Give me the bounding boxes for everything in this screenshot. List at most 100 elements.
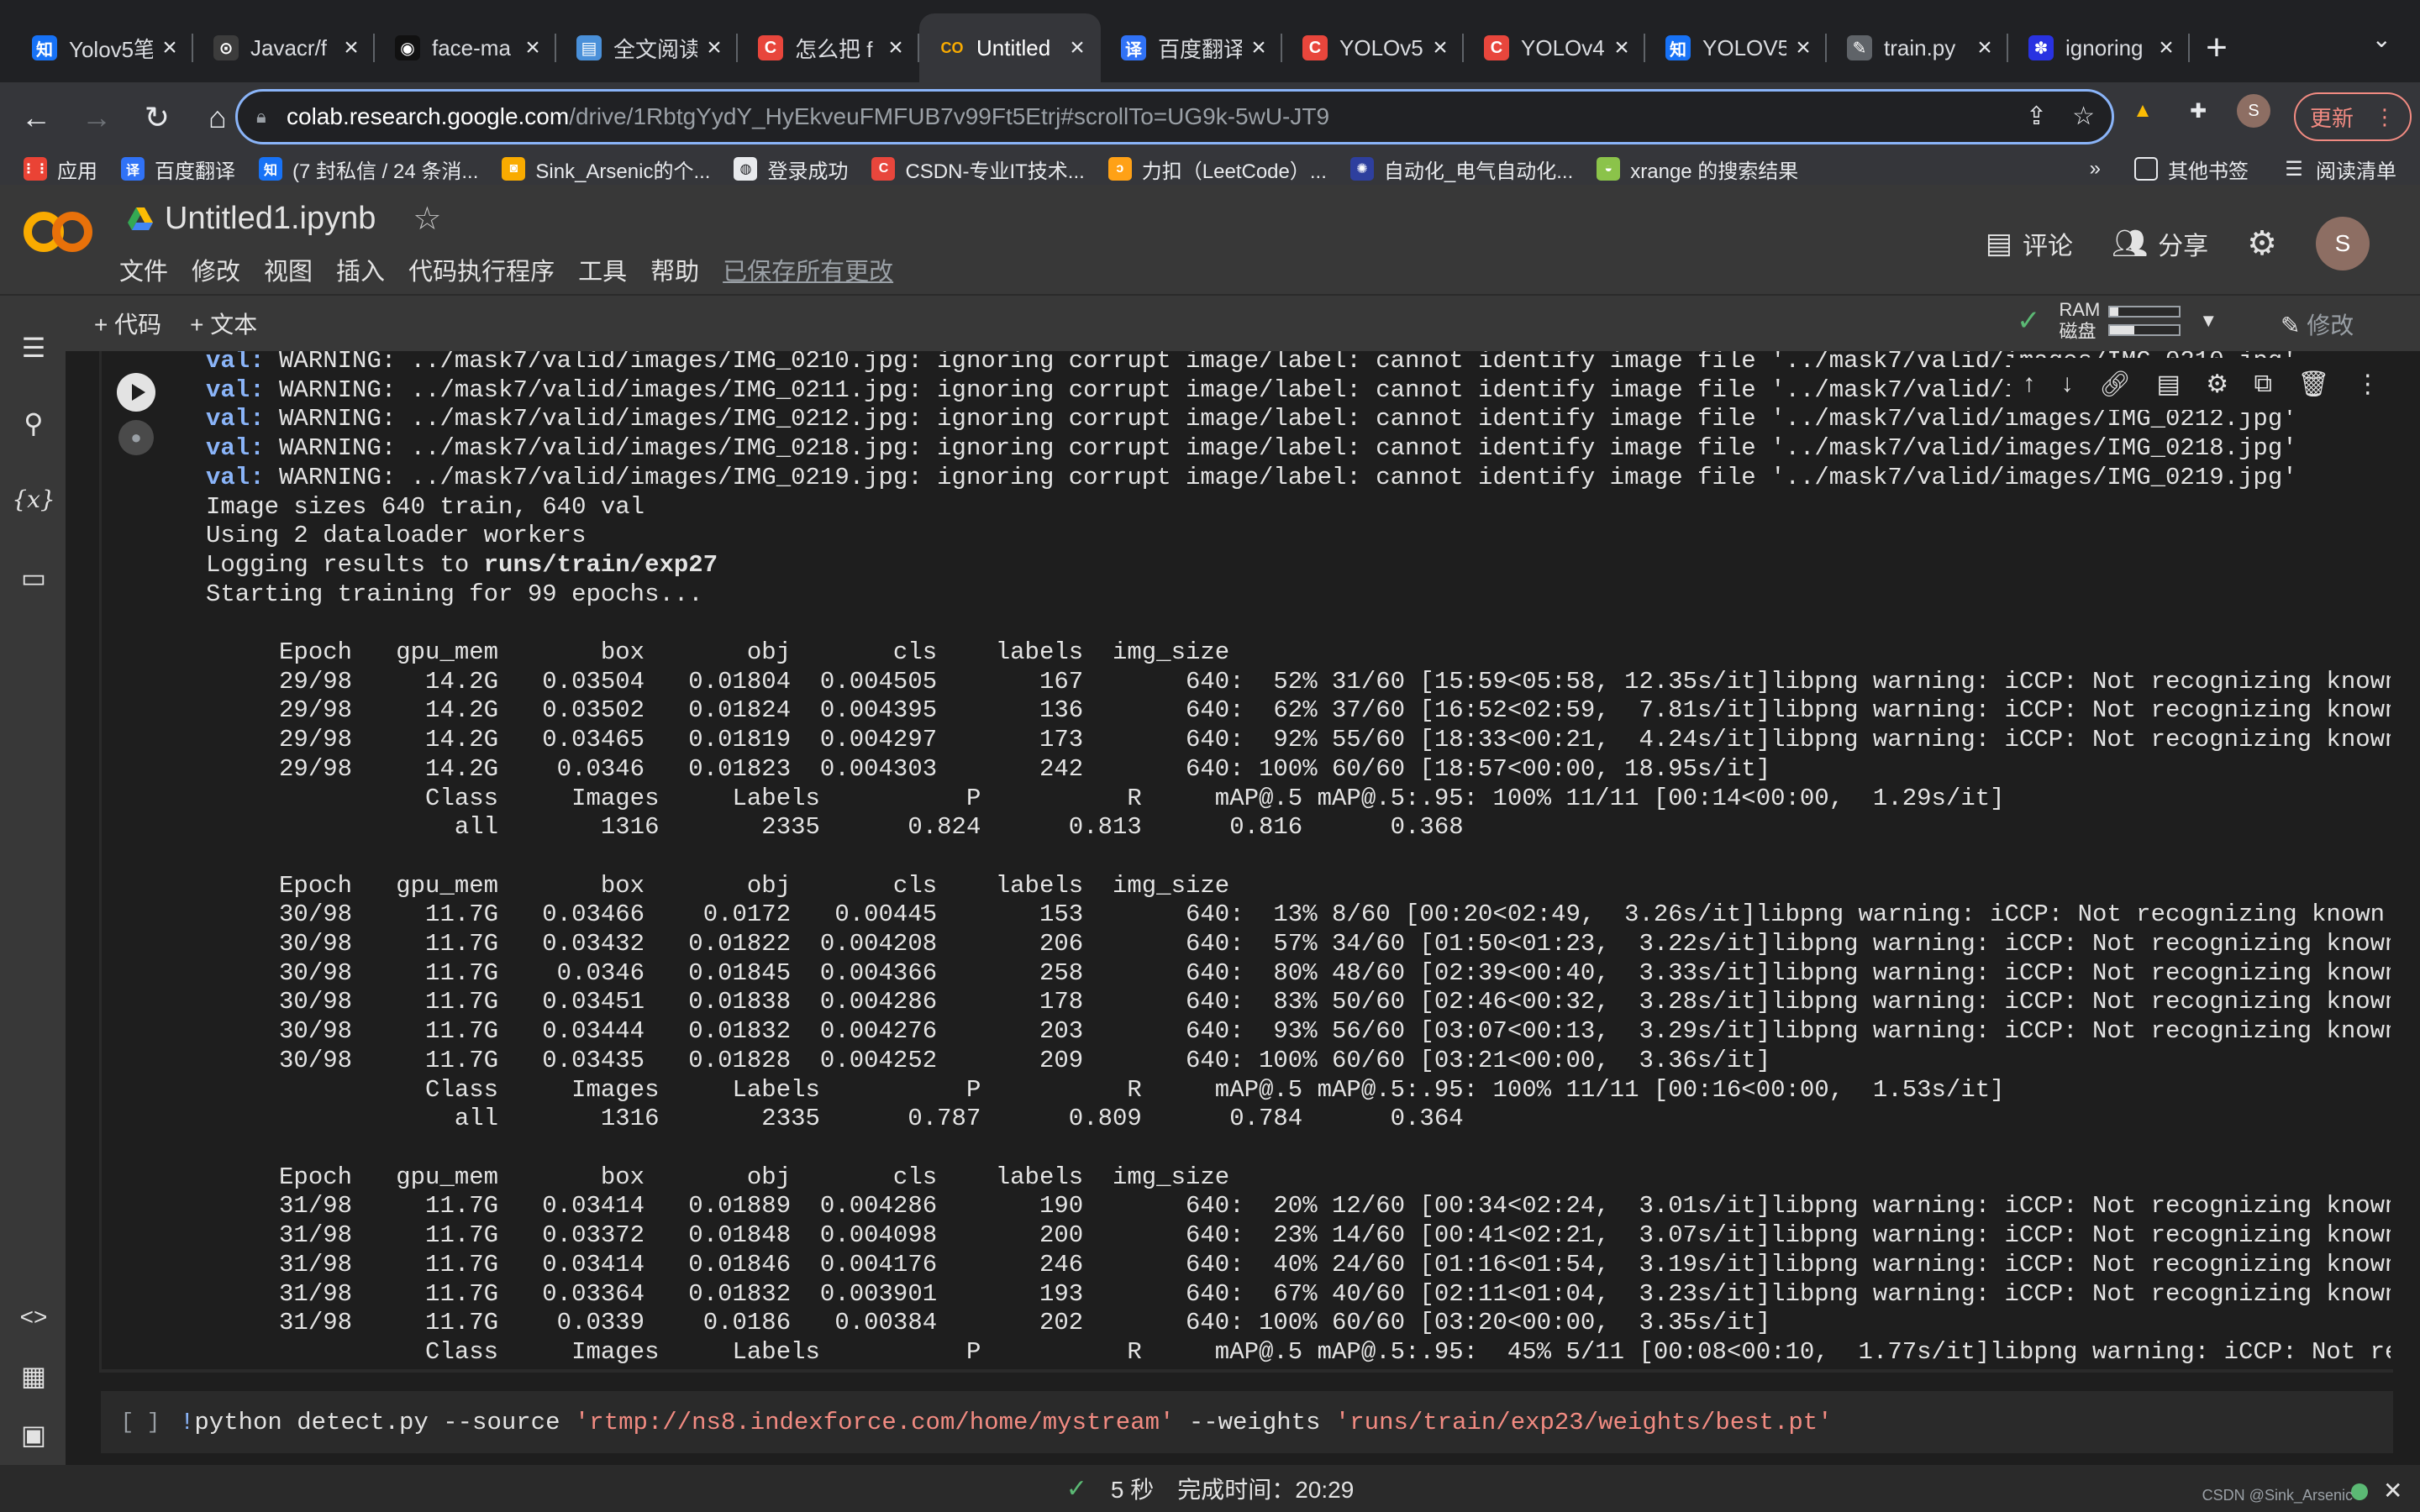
terminal-icon[interactable]: ▣ bbox=[17, 1418, 50, 1452]
bookmark-item[interactable]: ✺ 自动化_电气自动化... bbox=[1349, 155, 1573, 184]
user-avatar[interactable]: S bbox=[2316, 217, 2370, 270]
search-icon[interactable]: ⚲ bbox=[17, 407, 50, 440]
bookmark-item[interactable]: 知 (7 封私信 / 24 条消... bbox=[259, 155, 478, 184]
browser-tab[interactable]: CO Untitled × bbox=[919, 13, 1101, 82]
tab-close-icon[interactable]: × bbox=[704, 34, 724, 62]
code-snippets-icon[interactable]: <> bbox=[17, 1300, 50, 1334]
files-folder-icon[interactable]: ▭ bbox=[17, 561, 50, 595]
address-bar[interactable]: 🔒︎ colab.research.google.com /drive/1Rbt… bbox=[235, 89, 2114, 144]
bookmark-item[interactable]: 译百度翻译 bbox=[121, 155, 235, 184]
edit-button[interactable]: ✎ 修改 bbox=[2281, 307, 2354, 341]
add-code-cell-button[interactable]: + 代码 bbox=[94, 307, 161, 340]
browser-tab[interactable]: ◉ face-ma × bbox=[375, 13, 556, 82]
cell-code[interactable]: !python detect.py --source 'rtmp://ns8.i… bbox=[180, 1409, 1833, 1436]
output-line: 30/98 11.7G 0.03451 0.01838 0.004286 178… bbox=[206, 988, 2391, 1017]
more-options-icon[interactable]: ⋮ bbox=[2355, 370, 2381, 399]
comment-button[interactable]: ▤ 评论 bbox=[1986, 225, 2073, 262]
tab-close-icon[interactable]: × bbox=[1249, 34, 1269, 62]
tab-close-icon[interactable]: × bbox=[523, 34, 543, 62]
move-down-icon[interactable]: ↓ bbox=[2061, 370, 2074, 398]
settings-gear-icon[interactable]: ⚙ bbox=[2247, 224, 2277, 263]
tab-close-icon[interactable]: × bbox=[1430, 34, 1450, 62]
update-label: 更新 bbox=[2309, 105, 2354, 131]
notebook-area: ● val: WARNING: ../mask7/valid/images/IM… bbox=[66, 351, 2420, 1465]
browser-tab[interactable]: ⊙ Javacr/f × bbox=[193, 13, 375, 82]
browser-tab[interactable]: ✎ train.py × bbox=[1827, 13, 2008, 82]
resource-monitor[interactable]: ✓ RAM 磁盘 ▼ bbox=[2017, 299, 2217, 343]
star-icon[interactable]: ☆ bbox=[413, 200, 441, 238]
reload-icon[interactable]: ↻ bbox=[133, 93, 182, 142]
variables-icon[interactable]: {x} bbox=[12, 482, 55, 516]
more-vert-icon[interactable]: ⋮ bbox=[2374, 104, 2396, 130]
new-tab-button[interactable]: + bbox=[2190, 13, 2244, 82]
bookmark-item[interactable]: ◙ Sink_Arsenic的个... bbox=[502, 155, 710, 184]
tab-close-icon[interactable]: × bbox=[1975, 34, 1995, 62]
update-button[interactable]: 更新 ⋮ bbox=[2294, 92, 2412, 141]
tab-close-icon[interactable]: × bbox=[886, 34, 906, 62]
share-button[interactable]: 👥︎ 分享 bbox=[2112, 225, 2208, 262]
link-icon[interactable]: 🔗︎ bbox=[2099, 370, 2131, 399]
forward-arrow-icon[interactable]: → bbox=[72, 93, 121, 142]
command-palette-icon[interactable]: ▦ bbox=[17, 1359, 50, 1393]
comment-cell-icon[interactable]: ▤ bbox=[2156, 370, 2180, 399]
profile-avatar[interactable]: S bbox=[2237, 94, 2270, 128]
browser-tab[interactable]: 知 YOLOV5 × bbox=[1645, 13, 1827, 82]
tab-search-chevron-icon[interactable]: ⌄ bbox=[2372, 25, 2391, 53]
cell-execution-bracket[interactable]: [ ] bbox=[101, 1410, 180, 1435]
add-text-cell-button[interactable]: + 文本 bbox=[190, 307, 257, 340]
notebook-title[interactable]: Untitled1.ipynb bbox=[165, 201, 376, 237]
code-cell-output[interactable]: ● val: WARNING: ../mask7/valid/images/IM… bbox=[99, 351, 2393, 1369]
bookmark-item[interactable]: ◍ 登录成功 bbox=[734, 155, 848, 184]
close-status-icon[interactable]: ✕ bbox=[2383, 1477, 2402, 1504]
google-drive-extension-icon[interactable]: ▲ bbox=[2126, 94, 2160, 128]
tab-close-icon[interactable]: × bbox=[1612, 34, 1632, 62]
tab-close-icon[interactable]: × bbox=[1067, 34, 1087, 62]
bookmark-star-icon[interactable]: ☆ bbox=[2072, 102, 2095, 131]
browser-tab[interactable]: 译百度翻译 × bbox=[1101, 13, 1282, 82]
run-cell-button[interactable] bbox=[117, 373, 155, 412]
browser-tab[interactable]: ▤ 全文阅读 × bbox=[556, 13, 738, 82]
delete-icon[interactable]: 🗑︎ bbox=[2297, 370, 2329, 399]
tab-close-icon[interactable]: × bbox=[2156, 34, 2176, 62]
reading-list[interactable]: ☰ 阅读清单 bbox=[2282, 155, 2396, 184]
browser-tab[interactable]: 知 Yolov5笔 × bbox=[12, 13, 193, 82]
tab-close-icon[interactable]: × bbox=[341, 34, 361, 62]
runtime-dropdown-icon[interactable]: ▼ bbox=[2199, 310, 2217, 332]
bookmark-item[interactable]: C CSDN-专业IT技术... bbox=[871, 155, 1085, 184]
share-page-icon[interactable]: ⇪ bbox=[2026, 102, 2047, 131]
menu-view[interactable]: 视图 bbox=[264, 252, 313, 287]
move-up-icon[interactable]: ↑ bbox=[2023, 370, 2035, 398]
menu-runtime[interactable]: 代码执行程序 bbox=[408, 252, 555, 287]
saved-status-link[interactable]: 已保存所有更改 bbox=[723, 252, 893, 287]
table-of-contents-icon[interactable]: ☰ bbox=[17, 331, 50, 365]
menu-tools[interactable]: 工具 bbox=[578, 252, 627, 287]
output-line: 30/98 11.7G 0.03444 0.01832 0.004276 203… bbox=[206, 1017, 2391, 1047]
extensions-puzzle-icon[interactable]: ✚ bbox=[2181, 94, 2215, 128]
code-cell-detect[interactable]: [ ] !python detect.py --source 'rtmp://n… bbox=[101, 1391, 2393, 1453]
output-text: 29/98 14.2G 0.03504 0.01804 0.004505 167… bbox=[206, 667, 2391, 696]
menu-insert[interactable]: 插入 bbox=[336, 252, 385, 287]
tab-favicon-icon: 知 bbox=[32, 35, 57, 60]
other-bookmarks-folder[interactable]: 其他书签 bbox=[2134, 155, 2249, 184]
val-prefix: val: bbox=[206, 434, 265, 463]
tab-close-icon[interactable]: × bbox=[1793, 34, 1813, 62]
status-bar: ✓ 5 秒 完成时间：20:29 bbox=[0, 1465, 2420, 1512]
colab-logo-icon[interactable] bbox=[24, 208, 92, 255]
google-drive-icon[interactable] bbox=[128, 207, 153, 231]
mirror-cell-icon[interactable]: ⧉ bbox=[2254, 370, 2272, 398]
browser-tab[interactable]: C 怎么把 f × bbox=[738, 13, 919, 82]
browser-tab[interactable]: C YOLOv4 × bbox=[1464, 13, 1645, 82]
bookmark-item[interactable]: ↄ 力扣（LeetCode）... bbox=[1107, 155, 1327, 184]
menu-help[interactable]: 帮助 bbox=[650, 252, 699, 287]
bookmark-item[interactable]: ◒ xrange 的搜索结果 bbox=[1597, 155, 1798, 184]
browser-tab[interactable]: ✽ ignoring × bbox=[2008, 13, 2190, 82]
back-arrow-icon[interactable]: ← bbox=[12, 93, 60, 142]
tab-close-icon[interactable]: × bbox=[160, 34, 180, 62]
bookmark-favicon-icon: ◒ bbox=[1597, 157, 1621, 181]
menu-edit[interactable]: 修改 bbox=[192, 252, 240, 287]
bookmarks-more-chevron[interactable]: » bbox=[2090, 157, 2101, 181]
bookmark-item[interactable]: ⋮⋮ 应用 bbox=[22, 155, 97, 184]
browser-tab[interactable]: C YOLOv5 × bbox=[1282, 13, 1464, 82]
menu-file[interactable]: 文件 bbox=[119, 252, 168, 287]
cell-settings-icon[interactable]: ⚙ bbox=[2206, 370, 2228, 399]
